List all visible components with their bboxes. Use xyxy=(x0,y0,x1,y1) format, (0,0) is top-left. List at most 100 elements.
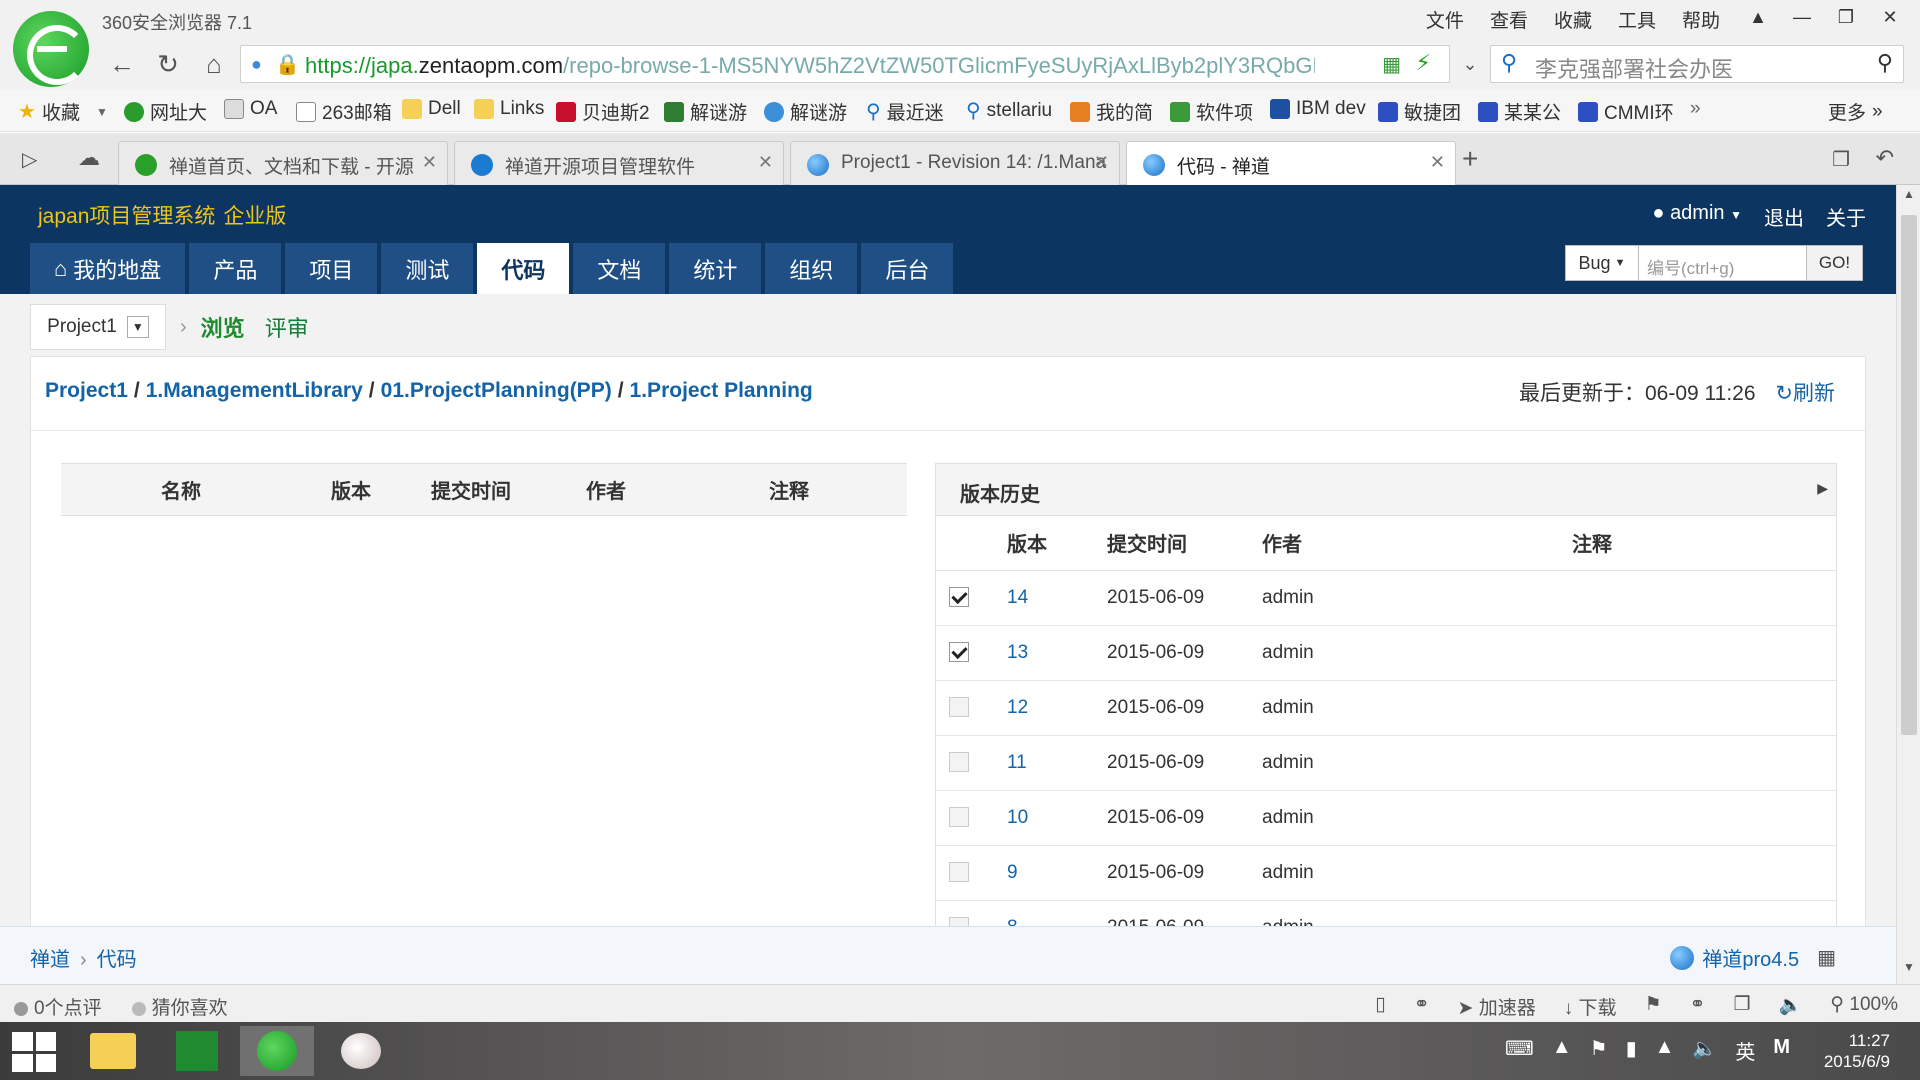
browser-360-icon[interactable] xyxy=(240,1026,314,1076)
revision-checkbox[interactable] xyxy=(949,917,969,926)
bookmark-11[interactable]: 我的简 xyxy=(1070,98,1153,125)
search-box[interactable]: ⚲ 李克强部署社会办医 ⚲ xyxy=(1490,45,1904,83)
search-icon[interactable]: ⚲ xyxy=(1877,50,1893,76)
battery-icon[interactable]: ▮ xyxy=(1626,1036,1637,1065)
reload-icon[interactable]: ↻ xyxy=(150,46,186,82)
bookmark-9[interactable]: ⚲ 最近迷 xyxy=(866,98,944,125)
mobile-icon[interactable]: ▯ xyxy=(1375,993,1385,1020)
minimize-button[interactable]: — xyxy=(1780,0,1824,34)
path-segment[interactable]: 01.ProjectPlanning(PP) xyxy=(381,379,612,402)
about-link[interactable]: 关于 xyxy=(1826,202,1866,231)
bookmark-favorites[interactable]: ★ 收藏 ▼ xyxy=(18,98,108,125)
object-type-select[interactable]: Bug ▼ xyxy=(1565,245,1639,281)
maximize-button[interactable]: ❐ xyxy=(1824,0,1868,34)
bookmark-15[interactable]: 某某公 xyxy=(1478,98,1561,125)
scroll-down-icon[interactable]: ▼ xyxy=(1897,960,1920,982)
revision-link[interactable]: 14 xyxy=(1007,587,1028,608)
paint-icon[interactable] xyxy=(324,1026,398,1076)
version-link[interactable]: 禅道pro4.5 xyxy=(1702,943,1799,972)
bookmark-7[interactable]: 解谜游 xyxy=(664,98,747,125)
new-tab-icon[interactable]: + xyxy=(1462,143,1478,175)
revision-checkbox[interactable] xyxy=(949,807,969,828)
sidebar-toggle-icon[interactable]: ▷ xyxy=(22,147,37,172)
close-tab-icon[interactable]: ✕ xyxy=(758,152,773,173)
speaker-icon[interactable]: 🔈 xyxy=(1779,993,1803,1020)
path-segment[interactable]: Project1 xyxy=(45,379,128,402)
col-commit-time[interactable]: 提交时间 xyxy=(401,463,541,516)
bookmark-13[interactable]: IBM dev xyxy=(1270,98,1366,120)
bookmark-8[interactable]: 解谜游 xyxy=(764,98,847,125)
qr-code-icon[interactable]: ▦ xyxy=(1382,52,1401,77)
revision-checkbox[interactable] xyxy=(949,642,969,663)
bookmark-16[interactable]: CMMI环 xyxy=(1578,98,1674,125)
nav-company[interactable]: 组织 xyxy=(765,243,858,294)
bookmarks-more[interactable]: 更多» xyxy=(1828,98,1883,125)
nav-product[interactable]: 产品 xyxy=(189,243,282,294)
window-icon[interactable]: ❐ xyxy=(1733,993,1750,1020)
revision-checkbox[interactable] xyxy=(949,697,969,718)
path-segment[interactable]: 1.ManagementLibrary xyxy=(146,379,363,402)
nav-my[interactable]: ⌂ 我的地盘 xyxy=(30,243,186,294)
keyboard-icon[interactable]: ⌨ xyxy=(1505,1036,1534,1065)
tab-list-icon[interactable]: ❐ xyxy=(1832,147,1850,172)
menu-help[interactable]: 帮助 xyxy=(1682,6,1720,33)
col-comment[interactable]: 注释 xyxy=(671,463,907,516)
bookmark-6[interactable]: 贝迪斯2 xyxy=(556,98,650,125)
nav-report[interactable]: 统计 xyxy=(669,243,762,294)
accelerator-button[interactable]: ➤ 加速器 xyxy=(1457,993,1535,1020)
store-icon[interactable] xyxy=(160,1026,234,1076)
footer-crumb-code[interactable]: 代码 xyxy=(97,949,137,971)
tray-expand-icon[interactable]: ▲ xyxy=(1552,1036,1572,1065)
revision-link[interactable]: 12 xyxy=(1007,697,1028,718)
cloud-icon[interactable]: ☁ xyxy=(78,145,100,171)
lightning-icon[interactable]: ⚡ xyxy=(1416,50,1431,76)
id-input[interactable]: 编号(ctrl+g) xyxy=(1639,245,1807,281)
url-input[interactable]: ● 🔒 https://japa.zentaopm.com/repo-brows… xyxy=(240,45,1450,83)
bookmark-1[interactable]: 网址大 xyxy=(124,98,207,125)
bookmark-10[interactable]: ⚲ stellariu xyxy=(966,98,1052,123)
ime-mode-icon[interactable]: M xyxy=(1773,1036,1790,1065)
footer-crumb-home[interactable]: 禅道 xyxy=(30,949,70,971)
col-author[interactable]: 作者 xyxy=(541,463,671,516)
close-tab-icon[interactable]: ✕ xyxy=(422,152,437,173)
bookmark-2[interactable]: OA xyxy=(224,98,277,120)
refresh-button[interactable]: ↻刷新 xyxy=(1775,382,1835,405)
recommend-indicator[interactable]: 猜你喜欢 xyxy=(131,993,228,1020)
undo-close-icon[interactable]: ↶ xyxy=(1876,145,1894,171)
revision-link[interactable]: 9 xyxy=(1007,862,1018,883)
collapse-arrow-icon[interactable]: ▶ xyxy=(1817,480,1828,497)
ie-icon[interactable]: ⚭ xyxy=(1690,993,1706,1020)
back-arrow-icon[interactable]: ← xyxy=(104,46,140,82)
tab-project-revision[interactable]: Project1 - Revision 14: /1.Mana ✕ xyxy=(790,141,1120,185)
nav-test[interactable]: 测试 xyxy=(381,243,474,294)
notification-flag-icon[interactable]: ⚑ xyxy=(1590,1036,1608,1065)
search-engine-icon[interactable]: ⚲ xyxy=(1501,50,1517,76)
qr-code-icon[interactable]: ▦ xyxy=(1817,945,1836,970)
col-name[interactable]: 名称 xyxy=(61,463,301,516)
tab-zentao-home[interactable]: 禅道首页、文档和下载 - 开源 ✕ xyxy=(118,141,448,185)
go-button[interactable]: GO! xyxy=(1807,245,1863,281)
home-icon[interactable]: ⌂ xyxy=(196,46,232,82)
scroll-thumb[interactable] xyxy=(1901,215,1917,735)
revision-link[interactable]: 11 xyxy=(1007,752,1027,773)
revision-checkbox[interactable] xyxy=(949,862,969,883)
zoom-control[interactable]: ⚲ 100% xyxy=(1830,993,1898,1020)
vertical-scrollbar[interactable]: ▲ ▼ xyxy=(1896,185,1920,984)
col-revision[interactable]: 版本 xyxy=(301,463,401,516)
volume-icon[interactable]: 🔈 xyxy=(1692,1036,1717,1065)
ime-indicator[interactable]: 英 xyxy=(1735,1036,1755,1065)
file-explorer-icon[interactable] xyxy=(76,1026,150,1076)
nav-project[interactable]: 项目 xyxy=(285,243,378,294)
revision-link[interactable]: 10 xyxy=(1007,807,1028,828)
user-menu[interactable]: ● admin ▼ xyxy=(1652,202,1742,231)
project-select[interactable]: Project1 ▼ xyxy=(30,304,166,350)
signal-icon[interactable]: ▲ xyxy=(1655,1036,1675,1065)
bookmark-3[interactable]: 263邮箱 xyxy=(296,98,392,125)
menu-favorites[interactable]: 收藏 xyxy=(1554,6,1592,33)
url-dropdown-icon[interactable]: ⌄ xyxy=(1452,46,1488,82)
search-input[interactable]: 李克强部署社会办医 xyxy=(1535,52,1733,84)
compat-icon[interactable]: ⚭ xyxy=(1414,993,1430,1020)
close-tab-icon[interactable]: ✕ xyxy=(1094,152,1109,173)
bookmark-12[interactable]: 软件项 xyxy=(1170,98,1253,125)
logout-link[interactable]: 退出 xyxy=(1764,202,1804,231)
